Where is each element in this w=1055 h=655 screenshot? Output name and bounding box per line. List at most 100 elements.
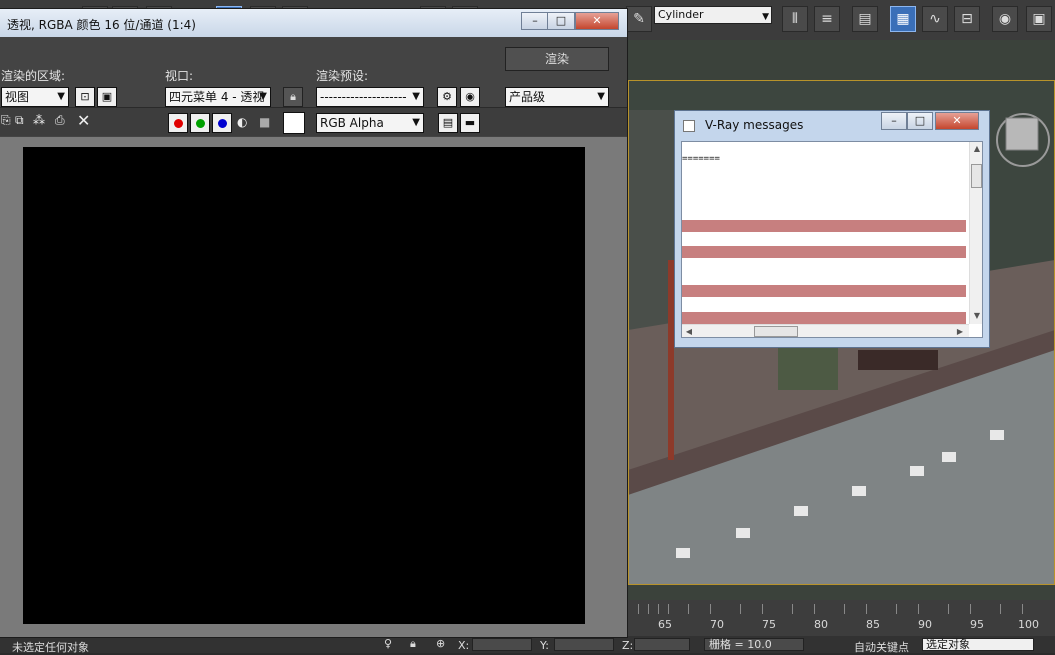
z-coordinate-field[interactable]: [634, 638, 690, 651]
minimize-button[interactable]: –: [521, 12, 549, 30]
render-preset-dropdown[interactable]: -------------------- ▼: [316, 87, 424, 107]
vray-message-log[interactable]: ======= ▲ ▼ ◀ ▶: [681, 141, 983, 338]
print-icon[interactable]: ⎙: [55, 113, 65, 128]
environment-icon[interactable]: ◉: [460, 87, 480, 107]
timeline[interactable]: 65 70 75 80 85 90 95 100: [628, 600, 1055, 636]
mirror-icon[interactable]: ⫴: [782, 6, 808, 32]
isolate-icon[interactable]: ♀: [384, 637, 392, 650]
key-filter-value: 选定对象: [926, 638, 970, 651]
viewport-label: 视口:: [165, 69, 194, 83]
scroll-right-icon[interactable]: ▶: [954, 326, 966, 337]
minimize-button[interactable]: –: [881, 112, 907, 130]
render-area-dropdown[interactable]: 视图 ▼: [1, 87, 69, 107]
render-setup-icon[interactable]: ⚙: [437, 87, 457, 107]
render-frame-icon[interactable]: ▣: [1026, 6, 1052, 32]
maximize-button[interactable]: □: [907, 112, 933, 130]
object-type-value: Cylinder: [658, 8, 704, 21]
vray-window-title: V-Ray messages: [705, 118, 804, 132]
viewport-value: 四元菜单 4 - 透视: [169, 90, 265, 104]
color-swatch[interactable]: [283, 112, 305, 134]
close-button[interactable]: ✕: [935, 112, 979, 130]
channel-display-value: RGB Alpha: [320, 116, 384, 130]
schematic-view-icon[interactable]: ⊟: [954, 6, 980, 32]
status-bar: 未选定任何对象 ♀ 🔒︎ ⊕ X: Y: Z: 栅格 = 10.0 自动关键点 …: [0, 636, 1055, 654]
save-image-icon[interactable]: ⎘: [1, 113, 11, 128]
grid-size-display: 栅格 = 10.0: [704, 638, 804, 651]
timeline-tick-label: 65: [658, 618, 672, 631]
close-button[interactable]: ✕: [575, 12, 619, 30]
vray-window-icon: [683, 120, 695, 132]
chevron-down-icon: ▼: [412, 117, 420, 128]
chevron-down-icon: ▼: [762, 12, 769, 22]
auto-region-icon[interactable]: ▣: [97, 87, 117, 107]
error-log-line: [682, 285, 966, 297]
render-preset-value: --------------------: [320, 90, 407, 104]
scroll-left-icon[interactable]: ◀: [683, 326, 695, 337]
clear-icon[interactable]: ✕: [77, 111, 90, 130]
blue-channel-toggle[interactable]: [212, 113, 232, 133]
lock-icon[interactable]: 🔒︎: [410, 637, 416, 651]
pencil-icon[interactable]: ✎: [626, 6, 652, 32]
monochrome-icon[interactable]: ■: [259, 115, 270, 129]
curve-editor-icon[interactable]: ∿: [922, 6, 948, 32]
y-label: Y:: [540, 639, 549, 652]
render-quality-dropdown[interactable]: 产品级 ▼: [505, 87, 609, 107]
scroll-down-icon[interactable]: ▼: [971, 310, 982, 322]
render-area-value: 视图: [5, 90, 30, 104]
scroll-up-icon[interactable]: ▲: [971, 143, 982, 155]
timeline-tick-label: 70: [710, 618, 724, 631]
timeline-tick-label: 90: [918, 618, 932, 631]
timeline-tick-label: 75: [762, 618, 776, 631]
horizontal-scrollbar[interactable]: ◀ ▶: [682, 324, 969, 337]
error-log-line: [682, 312, 966, 324]
material-editor-icon[interactable]: ◉: [992, 6, 1018, 32]
render-quality-value: 产品级: [509, 90, 546, 104]
frame-buffer-titlebar[interactable]: 透视, RGBA 颜色 16 位/通道 (1:4) – □ ✕: [0, 9, 627, 37]
y-coordinate-field[interactable]: [554, 638, 614, 651]
error-log-line: [682, 220, 966, 232]
chevron-down-icon: ▼: [259, 91, 267, 102]
copy-image-icon[interactable]: ⧉: [15, 113, 24, 128]
green-channel-toggle[interactable]: [190, 113, 210, 133]
z-label: Z:: [622, 639, 634, 652]
render-setup-icon[interactable]: ▦: [890, 6, 916, 32]
frame-buffer-toolbar: ⎘ ⧉ ⁂ ⎙ ✕: [0, 107, 627, 136]
edit-region-icon[interactable]: ⊡: [75, 87, 95, 107]
error-log-line: [682, 246, 966, 258]
frame-buffer-title: 透视, RGBA 颜色 16 位/通道 (1:4): [7, 18, 196, 32]
toggle-ui-icon[interactable]: ▬: [460, 113, 480, 133]
key-filter-dropdown[interactable]: 选定对象: [922, 638, 1034, 651]
chevron-down-icon: ▼: [57, 91, 65, 102]
timeline-tick-label: 80: [814, 618, 828, 631]
alpha-toggle-icon[interactable]: ◐: [237, 115, 247, 129]
red-channel-toggle[interactable]: [168, 113, 188, 133]
chevron-down-icon: ▼: [412, 91, 420, 102]
maximize-button[interactable]: □: [547, 12, 575, 30]
frame-buffer-window: 透视, RGBA 颜色 16 位/通道 (1:4) – □ ✕ 渲染的区域: 视…: [0, 8, 628, 638]
timeline-tick-label: 85: [866, 618, 880, 631]
lock-viewport-icon[interactable]: 🔒︎: [283, 87, 303, 107]
rendered-image: [23, 147, 585, 624]
vray-messages-window: V-Ray messages – □ ✕ ======= ▲ ▼ ◀ ▶: [674, 110, 990, 348]
render-area-label: 渲染的区域:: [1, 69, 66, 83]
log-line: =======: [682, 154, 720, 164]
layer-manager-icon[interactable]: ▤: [852, 6, 878, 32]
frame-buffer-controls: 渲染的区域: 视图 ▼ ⊡ ▣ 视口: 四元菜单 4 - 透视 ▼ 🔒︎ 渲染预…: [0, 37, 627, 107]
object-type-dropdown[interactable]: Cylinder ▼: [654, 6, 772, 24]
toggle-ui-overlay-icon[interactable]: ▤: [438, 113, 458, 133]
viewport-dropdown[interactable]: 四元菜单 4 - 透视 ▼: [165, 87, 271, 107]
clone-frame-icon[interactable]: ⁂: [33, 113, 45, 127]
channel-display-dropdown[interactable]: RGB Alpha ▼: [316, 113, 424, 133]
timeline-tick-label: 95: [970, 618, 984, 631]
x-label: X:: [458, 639, 470, 652]
render-button[interactable]: 渲染: [505, 47, 609, 71]
vertical-scrollbar[interactable]: ▲ ▼: [969, 142, 982, 324]
transform-mode-icon[interactable]: ⊕: [436, 637, 445, 650]
scroll-thumb[interactable]: [971, 164, 982, 188]
chevron-down-icon: ▼: [597, 91, 605, 102]
scroll-thumb[interactable]: [754, 326, 798, 337]
align-icon[interactable]: ≡: [814, 6, 840, 32]
x-coordinate-field[interactable]: [472, 638, 532, 651]
timeline-tick-label: 100: [1018, 618, 1039, 631]
render-preset-label: 渲染预设:: [316, 69, 369, 83]
